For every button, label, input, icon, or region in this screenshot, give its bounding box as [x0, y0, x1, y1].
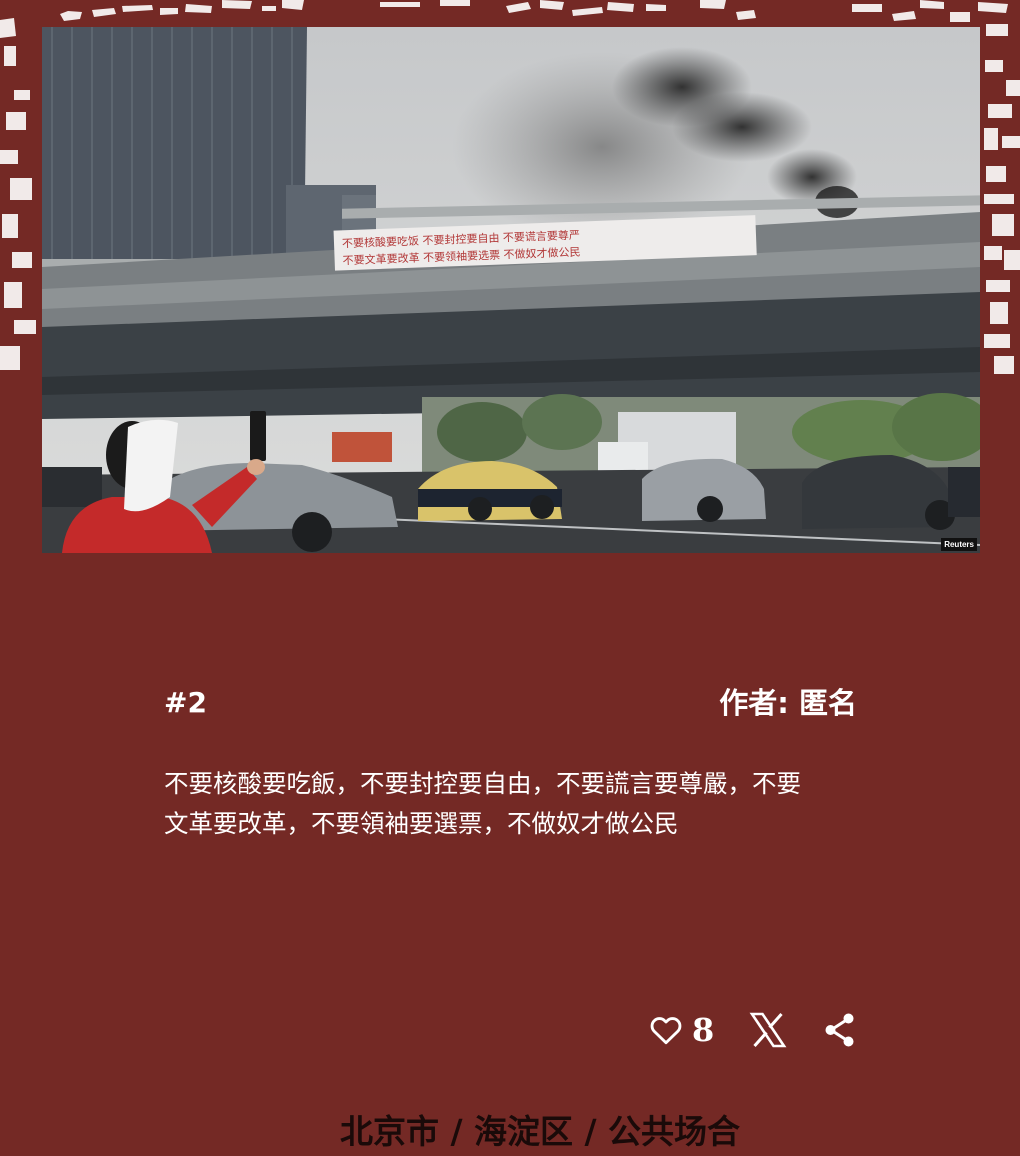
location-breadcrumb: 北京市 / 海淀区 / 公共场合 — [339, 1112, 741, 1151]
like-count: 8 — [692, 1011, 715, 1049]
protest-photo: 不要核酸要吃饭 不要封控要自由 不要谎言要尊严 不要文革要改革 不要领袖要选票 … — [42, 27, 980, 553]
x-logo-icon — [749, 1012, 787, 1048]
like-button[interactable]: 8 — [648, 1008, 714, 1052]
heart-outline-icon — [650, 1017, 682, 1045]
post-number: #2 — [164, 686, 207, 719]
post-actions: 8 — [640, 1008, 860, 1052]
share-button[interactable] — [820, 1010, 860, 1050]
share-on-x-button[interactable] — [748, 1010, 788, 1050]
author-label: 作者: 匿名 — [719, 686, 857, 720]
photo-credit: Reuters — [941, 538, 977, 551]
share-icon — [825, 1013, 854, 1047]
post-message: 不要核酸要吃飯，不要封控要自由，不要謊言要尊嚴，不要文革要改革，不要領袖要選票，… — [164, 769, 801, 838]
photo-illustration: 不要核酸要吃饭 不要封控要自由 不要谎言要尊严 不要文革要改革 不要领袖要选票 … — [42, 27, 980, 553]
